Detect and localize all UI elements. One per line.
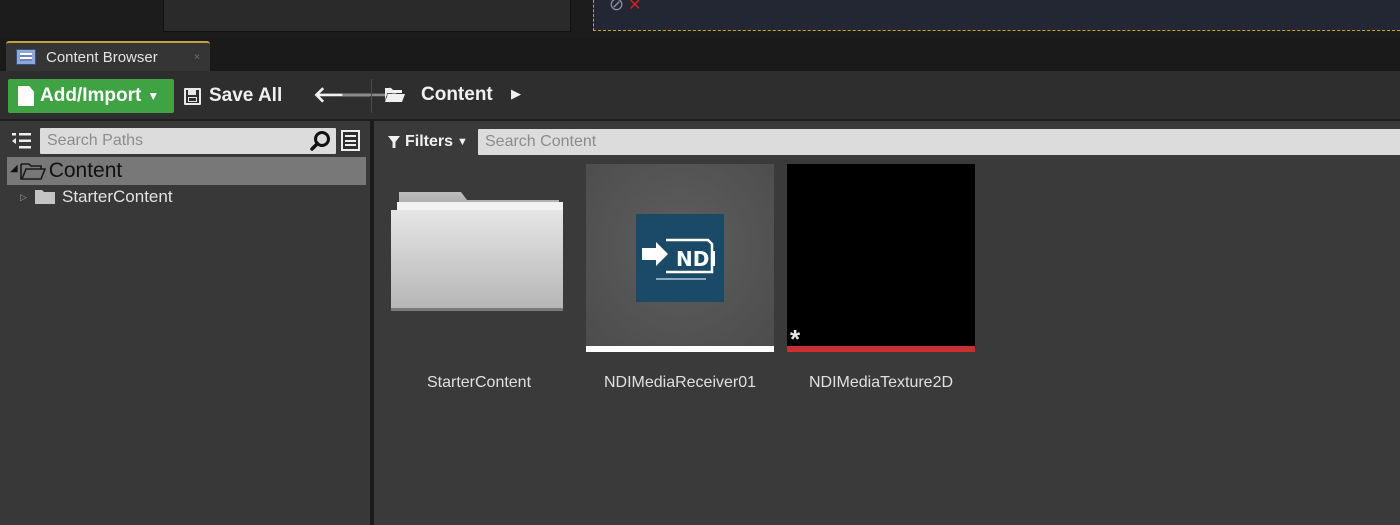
save-all-button[interactable]: Save All	[184, 82, 282, 110]
folder-icon	[35, 190, 55, 204]
close-tab-icon[interactable]: ×	[194, 52, 200, 63]
tree-item-startercontent[interactable]: ▷ StarterContent	[20, 186, 173, 208]
tree-item-label: Content	[48, 159, 123, 182]
chevron-down-icon: ▼	[457, 136, 468, 148]
collapse-sources-icon[interactable]	[11, 130, 33, 152]
viewport-status-icons: ⊘ ✕	[609, 0, 642, 15]
ndi-logo-text: NDI	[676, 247, 717, 271]
asset-name: NDIMediaReceiver01	[603, 374, 757, 391]
asset-type-bar	[586, 346, 774, 352]
tab-bar	[0, 38, 1400, 71]
tree-item-label: StarterContent	[62, 187, 173, 206]
filter-funnel-icon	[388, 136, 400, 148]
filters-button[interactable]: Filters ▼	[388, 131, 468, 153]
breadcrumb-chevron-right-icon[interactable]: ▶	[511, 86, 521, 102]
new-document-icon	[18, 86, 34, 106]
search-content-input[interactable]	[478, 129, 1400, 155]
breadcrumb-content[interactable]: Content	[421, 84, 493, 106]
asset-name: NDIMediaTexture2D	[808, 374, 954, 391]
toolbar-divider	[371, 79, 372, 113]
filters-label: Filters	[405, 133, 454, 150]
editor-panel	[163, 0, 571, 32]
ndi-logo-icon: NDI	[636, 214, 724, 302]
save-all-label: Save All	[209, 85, 283, 106]
gauge-icon: ⊘	[609, 0, 625, 14]
tab-title: Content Browser	[46, 48, 158, 66]
asset-tile-ndimediatexture2d[interactable]	[787, 164, 975, 346]
open-folder-icon	[385, 88, 405, 102]
asset-name: StarterContent	[426, 374, 532, 391]
save-icon	[184, 87, 201, 105]
search-icon[interactable]	[309, 130, 331, 152]
viewport-panel	[593, 0, 1400, 31]
collapsed-arrow-icon[interactable]: ▷	[20, 192, 32, 203]
asset-type-bar	[787, 346, 975, 352]
open-folder-icon	[19, 163, 46, 180]
path-view-options-icon[interactable]	[341, 130, 360, 151]
add-import-button[interactable]: Add/Import ▼	[8, 79, 174, 113]
unsaved-asterisk-icon: *	[790, 324, 801, 354]
tree-item-content[interactable]: ◢ Content	[7, 157, 366, 185]
chevron-down-icon: ▼	[147, 89, 160, 103]
error-x-icon: ✕	[628, 0, 642, 14]
folder-icon	[391, 192, 563, 311]
add-import-label: Add/Import	[40, 85, 142, 106]
search-paths-input[interactable]	[40, 128, 336, 154]
tab-content-browser[interactable]: Content Browser ×	[6, 41, 210, 71]
content-browser-icon	[16, 49, 36, 65]
expanded-arrow-icon[interactable]: ◢	[10, 163, 18, 174]
